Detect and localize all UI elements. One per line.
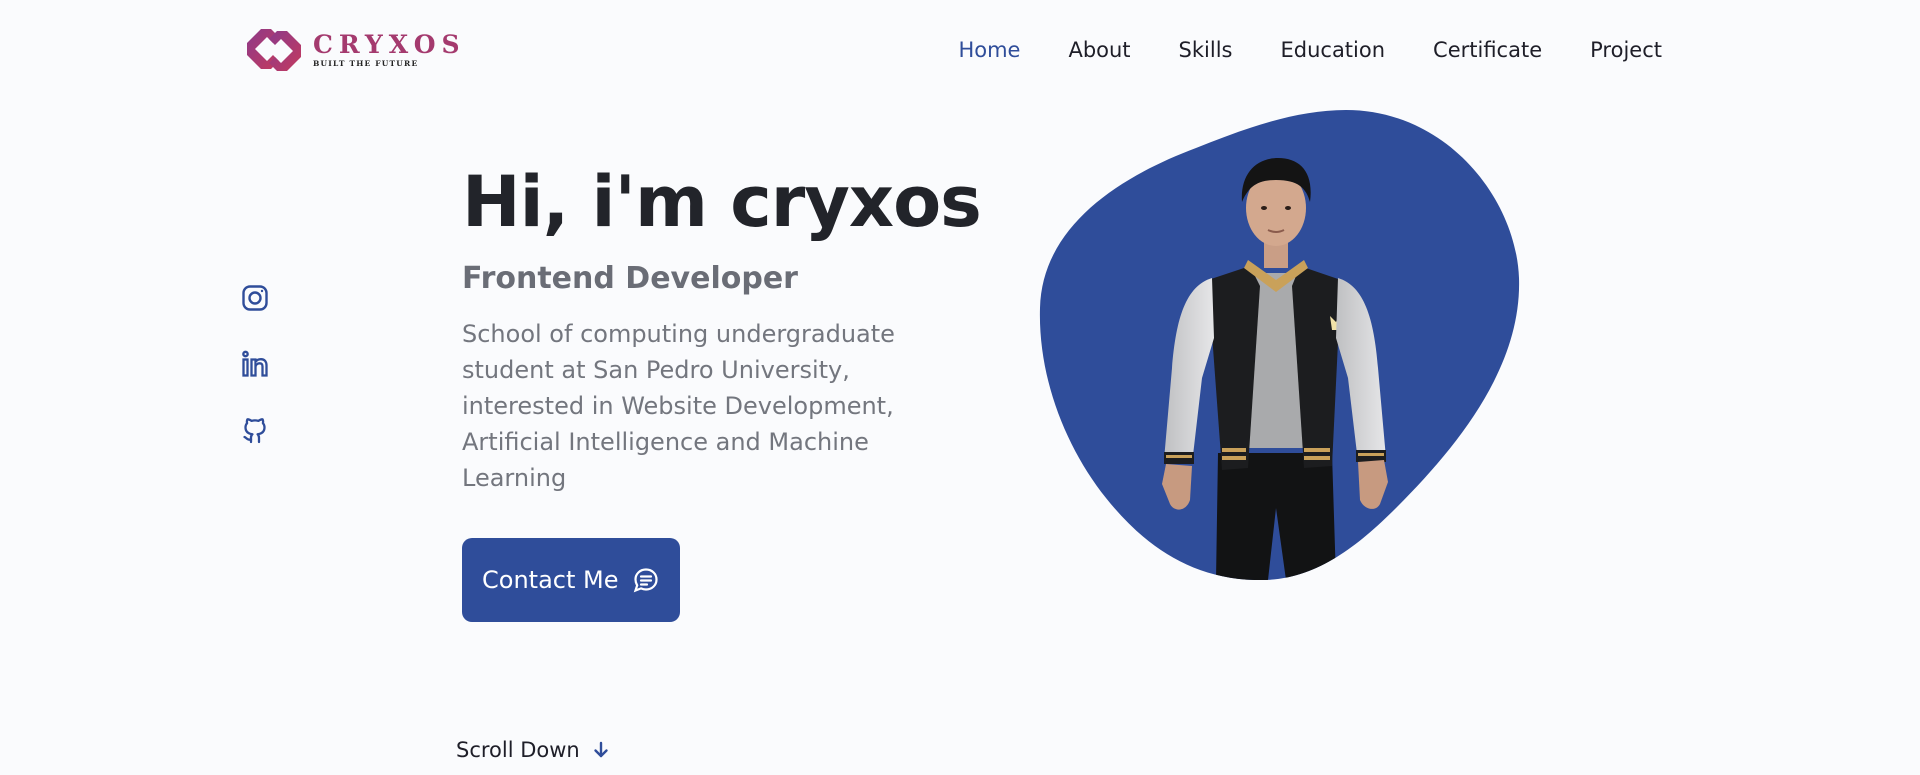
nav-skills[interactable]: Skills (1179, 38, 1233, 62)
avatar-illustration (1039, 110, 1520, 581)
chat-icon (634, 568, 659, 593)
hero-avatar (1036, 108, 1522, 581)
scroll-down-label: Scroll Down (456, 738, 580, 762)
nav-certificate[interactable]: Certificate (1433, 38, 1542, 62)
nav-project[interactable]: Project (1590, 38, 1662, 62)
instagram-icon (242, 285, 268, 311)
linkedin-icon (242, 350, 268, 377)
hero: Hi, i'm cryxos Frontend Developer School… (462, 158, 1002, 622)
nav-home[interactable]: Home (958, 38, 1020, 62)
nav-education[interactable]: Education (1280, 38, 1385, 62)
contact-me-label: Contact Me (482, 566, 619, 594)
cryxos-logo-icon (247, 29, 301, 71)
github-link[interactable] (240, 415, 270, 445)
logo[interactable]: CRYXOS BUILT THE FUTURE (243, 20, 466, 80)
hero-subtitle: Frontend Developer (462, 261, 798, 296)
header: CRYXOS BUILT THE FUTURE Home About Skill… (0, 0, 1920, 110)
instagram-link[interactable] (240, 283, 270, 313)
logo-tagline: BUILT THE FUTURE (313, 59, 419, 68)
github-icon (243, 418, 266, 444)
hero-description: School of computing undergraduate studen… (462, 320, 895, 492)
contact-me-button[interactable]: Contact Me (462, 538, 681, 622)
logo-name: CRYXOS (313, 30, 466, 59)
scroll-down[interactable]: Scroll Down (456, 738, 612, 762)
main-nav: Home About Skills Education Certificate … (958, 38, 1662, 62)
page: CRYXOS BUILT THE FUTURE Home About Skill… (0, 0, 1920, 775)
hero-title: Hi, i'm cryxos (462, 161, 982, 243)
linkedin-link[interactable] (240, 349, 270, 379)
social-links (240, 283, 270, 445)
nav-about[interactable]: About (1068, 38, 1130, 62)
arrow-down-icon (594, 741, 608, 758)
